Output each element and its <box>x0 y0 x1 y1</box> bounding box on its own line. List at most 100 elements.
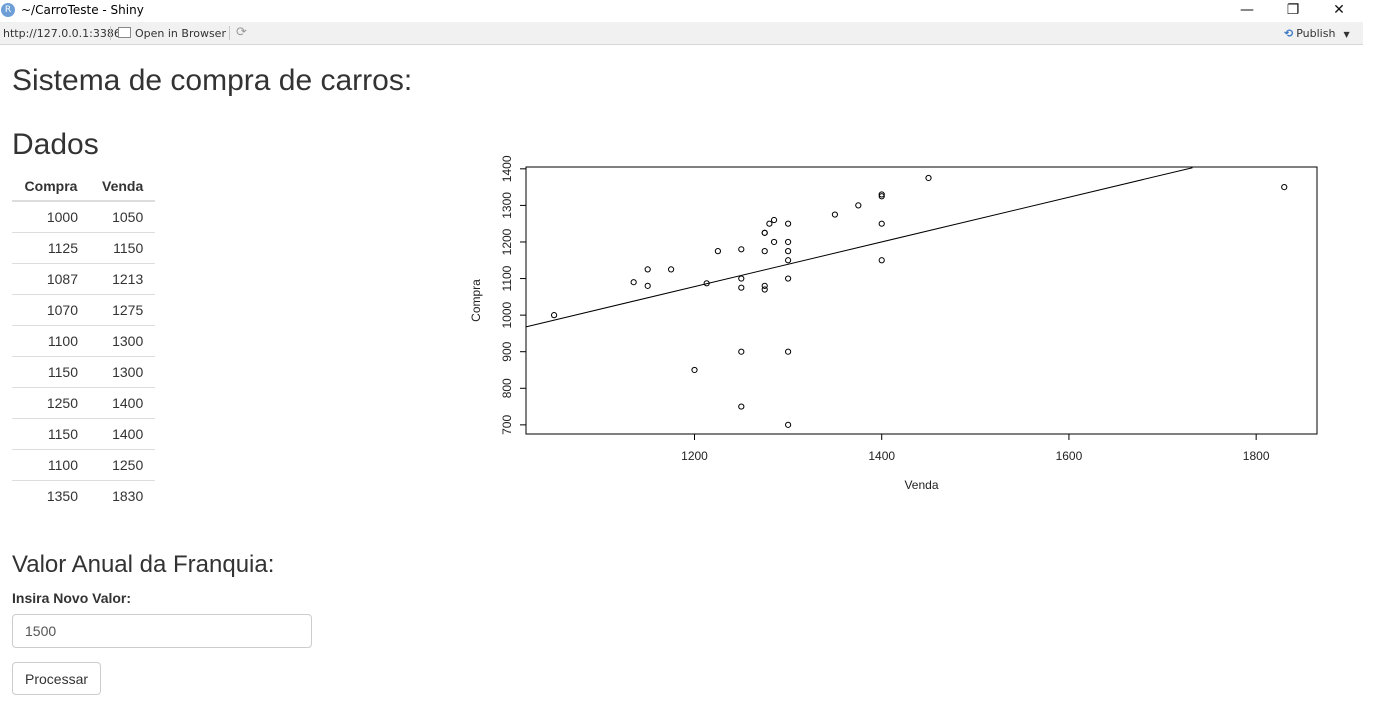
data-point <box>761 229 768 236</box>
data-point <box>878 220 885 227</box>
data-point <box>644 282 651 289</box>
toolbar-separator <box>229 26 230 40</box>
cell-venda: 1300 <box>90 325 156 357</box>
cell-venda: 1250 <box>90 449 156 481</box>
close-button[interactable]: ✕ <box>1316 0 1362 22</box>
cell-venda: 1050 <box>90 200 156 233</box>
open-in-browser-label: Open in Browser <box>135 27 226 40</box>
table-header-row: Compra Venda <box>12 171 156 202</box>
data-point <box>785 220 792 227</box>
valor-anual-heading: Valor Anual da Franquia: <box>12 551 275 578</box>
table-row: 1070 1275 <box>12 294 156 326</box>
data-point <box>855 202 862 209</box>
data-point <box>785 421 792 428</box>
table-row: 1000 1050 <box>12 200 156 233</box>
table-row: 1100 1250 <box>12 449 156 481</box>
refresh-icon[interactable]: ⟳ <box>236 25 247 40</box>
cell-venda: 1150 <box>90 232 156 264</box>
table-row: 1087 1213 <box>12 263 156 295</box>
data-point <box>738 284 745 291</box>
x-tick-label: 1200 <box>681 449 708 463</box>
table-row: 1100 1300 <box>12 325 156 357</box>
cell-venda: 1400 <box>90 418 156 450</box>
x-axis-label: Venda <box>904 478 938 492</box>
header-venda: Venda <box>90 171 156 202</box>
plot-frame <box>525 166 1318 435</box>
header-compra: Compra <box>12 171 90 202</box>
window-title: ~/CarroTeste - Shiny <box>21 3 144 17</box>
cell-venda: 1400 <box>90 387 156 419</box>
table-row: 1350 1830 <box>12 480 156 511</box>
cell-compra: 1087 <box>12 263 90 295</box>
x-tick-label: 1800 <box>1243 449 1270 463</box>
data-point <box>831 211 839 218</box>
y-tick-label: 1100 <box>500 265 514 291</box>
cell-compra: 1100 <box>12 449 90 481</box>
data-point <box>761 248 768 255</box>
cell-venda: 1830 <box>90 480 156 511</box>
cell-compra: 1070 <box>12 294 90 326</box>
data-point <box>785 257 792 264</box>
data-point <box>738 348 745 355</box>
window-titlebar: R ~/CarroTeste - Shiny — ❐ ✕ <box>0 0 1397 22</box>
data-table: Compra Venda 1000 1050 1125 1150 1087 1213 … <box>12 171 156 511</box>
data-point <box>714 248 721 255</box>
y-tick-label: 700 <box>500 415 514 435</box>
data-point <box>691 366 698 374</box>
chevron-down-icon[interactable]: ▼ <box>1343 30 1349 39</box>
data-point <box>738 403 745 410</box>
table-row: 1150 1300 <box>12 356 156 388</box>
minimize-button[interactable]: — <box>1224 0 1270 22</box>
data-point <box>738 275 745 282</box>
data-point <box>1281 184 1288 191</box>
y-tick-label: 800 <box>500 378 514 398</box>
regression-line <box>525 167 1193 328</box>
table-row: 1250 1400 <box>12 387 156 419</box>
restore-button[interactable]: ❐ <box>1270 0 1316 22</box>
publish-button[interactable]: ⟲ Publish ▼ <box>1284 27 1350 40</box>
processar-button[interactable]: Processar <box>12 662 102 695</box>
y-tick-label: 1400 <box>500 155 514 182</box>
data-point <box>785 348 792 355</box>
browser-window-icon <box>118 27 131 38</box>
url-text: http://127.0.0.1:3386 <box>3 27 121 40</box>
toolbar-separator <box>110 26 111 40</box>
cell-compra: 1125 <box>12 232 90 264</box>
publish-label: Publish <box>1296 27 1336 40</box>
dados-heading: Dados <box>12 128 99 161</box>
data-point <box>770 238 778 246</box>
y-tick-label: 1000 <box>500 301 514 328</box>
open-in-browser-button[interactable]: Open in Browser <box>118 27 226 40</box>
table-row: 1150 1400 <box>12 418 156 450</box>
y-tick-label: 1300 <box>500 192 514 219</box>
x-tick-label: 1600 <box>1056 449 1083 463</box>
data-point <box>630 279 637 286</box>
data-point <box>770 216 778 224</box>
data-point <box>925 174 932 182</box>
cell-venda: 1300 <box>90 356 156 388</box>
rstudio-icon: R <box>1 3 15 17</box>
data-point <box>785 248 792 255</box>
publish-icon: ⟲ <box>1284 27 1294 40</box>
x-tick-label: 1400 <box>868 449 895 463</box>
data-point <box>738 246 745 253</box>
data-point <box>550 312 558 319</box>
data-point <box>766 220 773 227</box>
novo-valor-input[interactable] <box>12 614 312 648</box>
data-point <box>785 238 792 246</box>
table-row: 1125 1150 <box>12 232 156 264</box>
cell-compra: 1250 <box>12 387 90 419</box>
y-tick-label: 900 <box>500 341 514 361</box>
cell-compra: 1150 <box>12 356 90 388</box>
data-point <box>667 266 675 273</box>
cell-compra: 1350 <box>12 480 90 511</box>
data-point <box>644 266 651 273</box>
input-label: Insira Novo Valor: <box>12 590 132 606</box>
cell-compra: 1100 <box>12 325 90 357</box>
cell-compra: 1000 <box>12 200 90 233</box>
y-axis-label: Compra <box>469 279 483 322</box>
cell-compra: 1150 <box>12 418 90 450</box>
cell-venda: 1275 <box>90 294 156 326</box>
scatter-plot: 1200 1400 1600 1800 700 800 900 1000 1100 1200 130… <box>469 155 1318 492</box>
viewer-toolbar: http://127.0.0.1:3386 Open in Browser ⟳ … <box>0 22 1363 45</box>
